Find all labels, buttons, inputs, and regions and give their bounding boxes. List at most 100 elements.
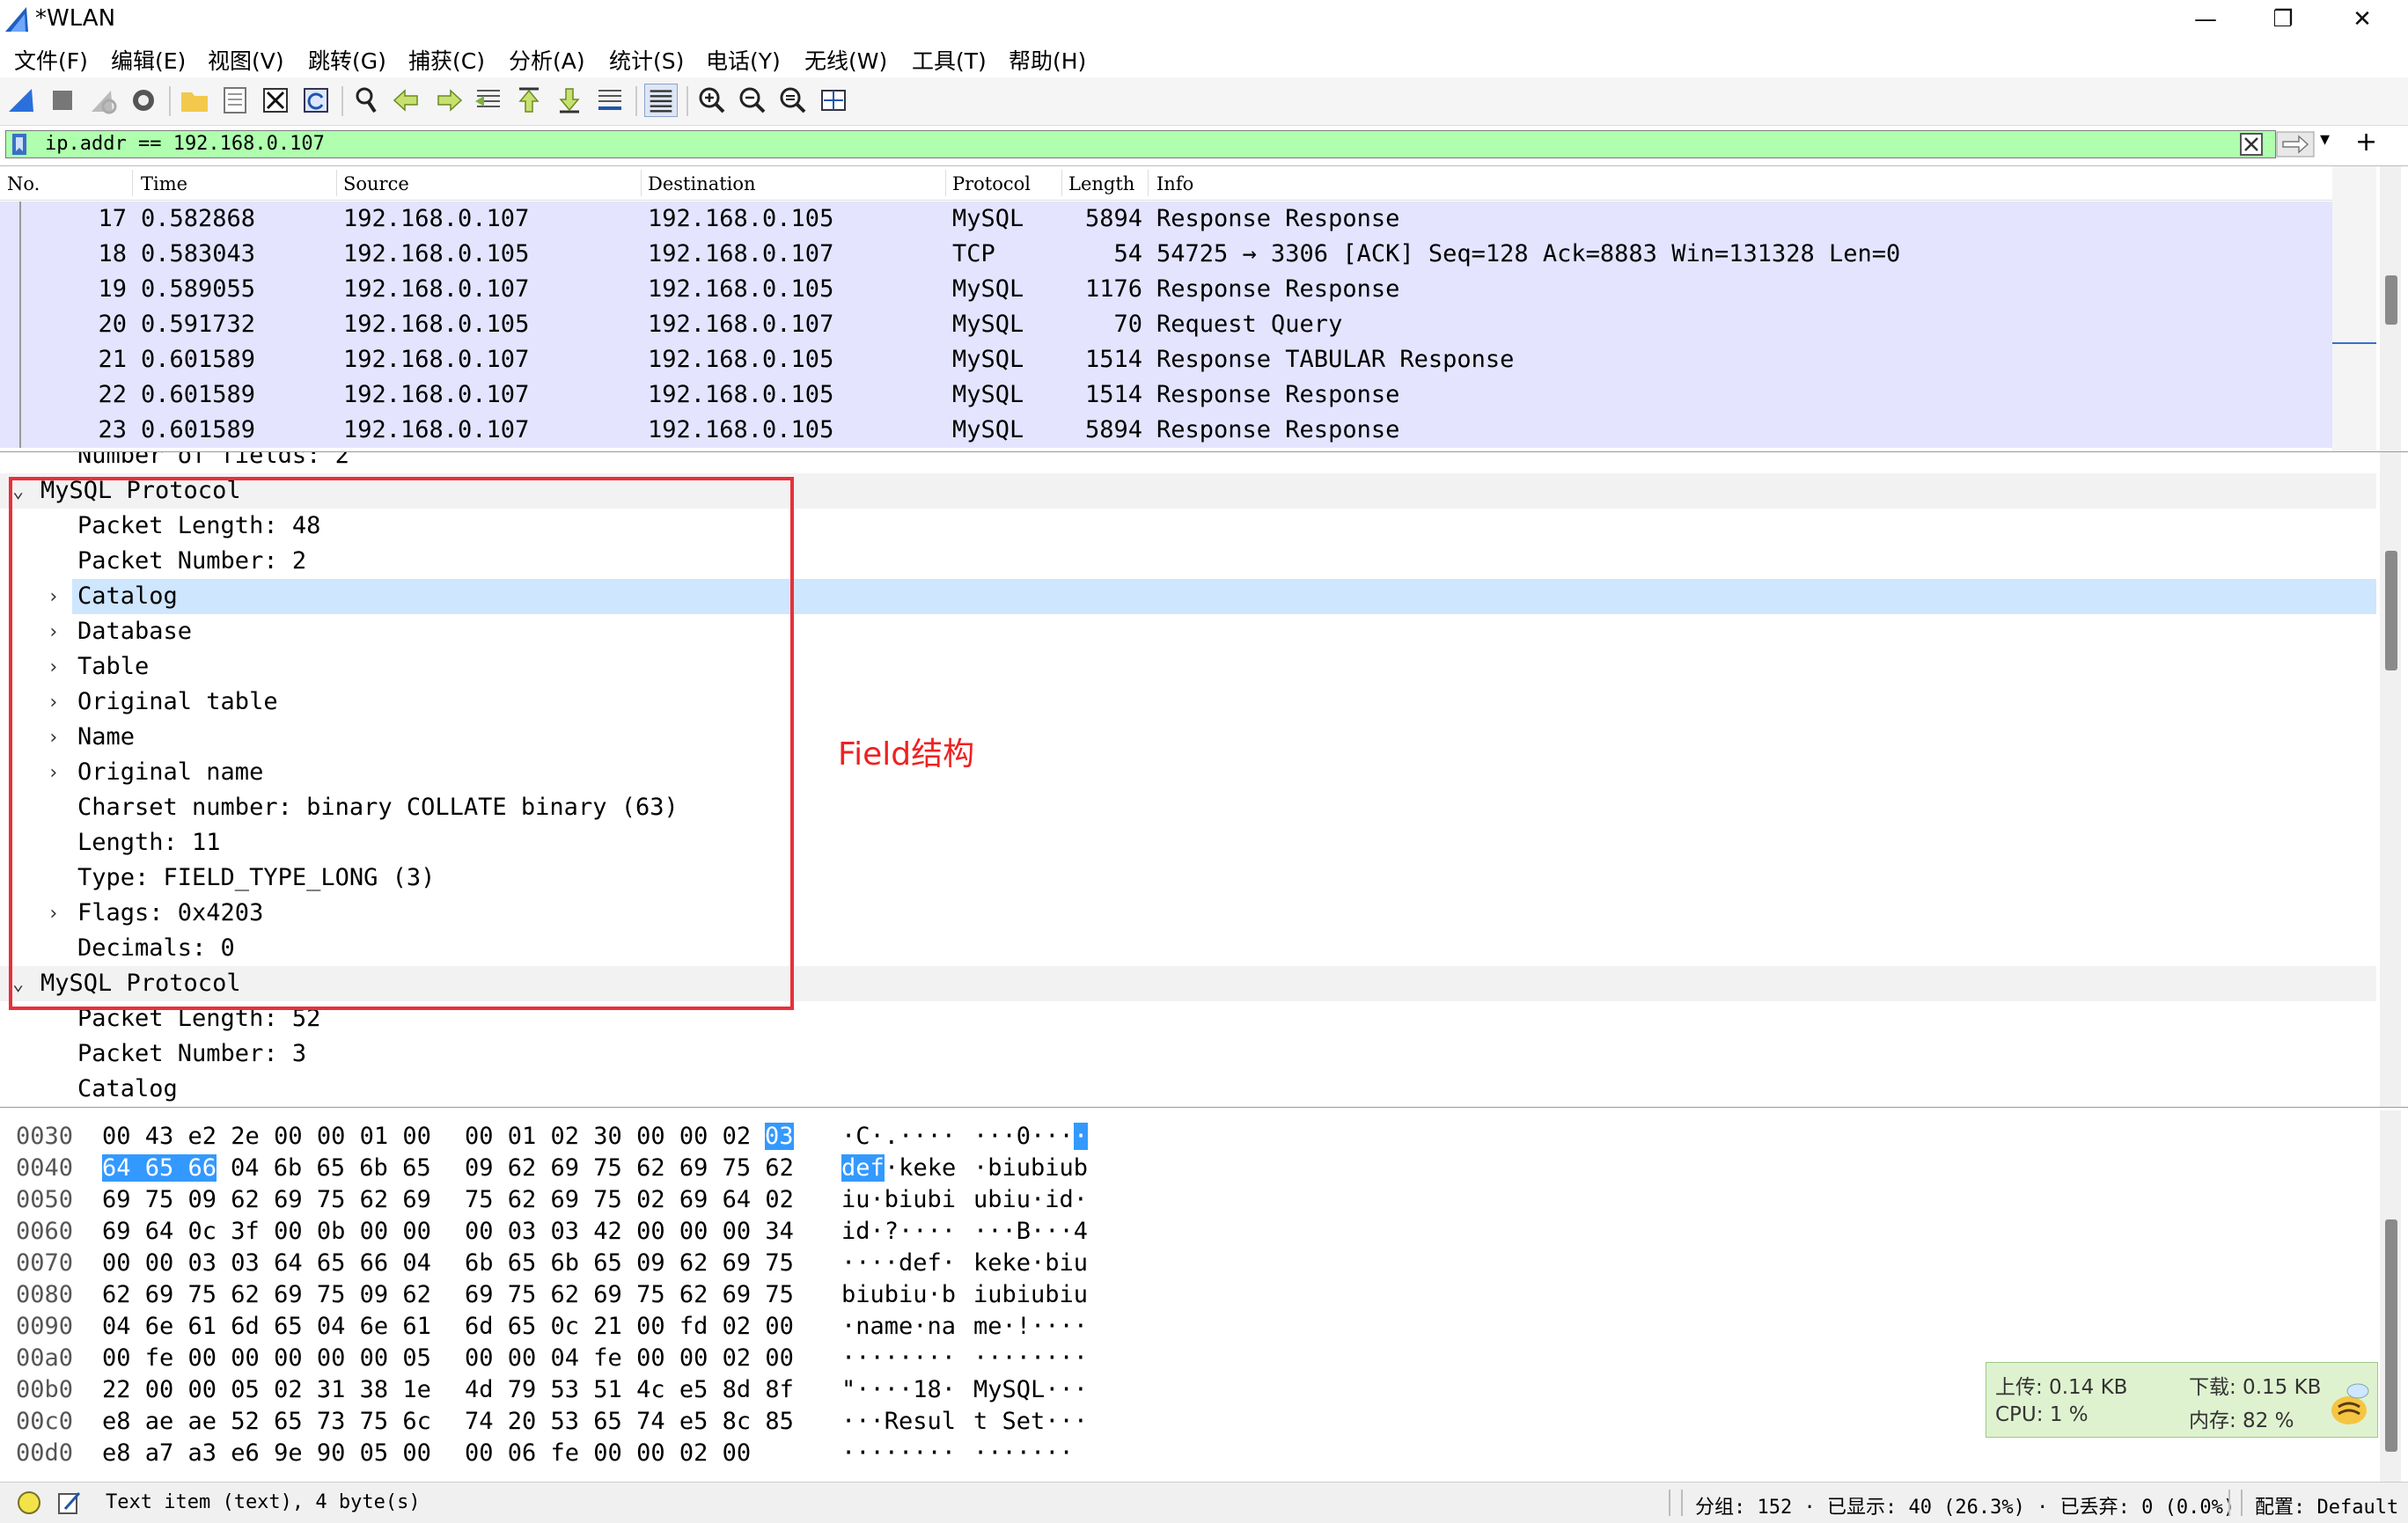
filter-text: ip.addr == 192.168.0.107: [45, 133, 325, 155]
go-to-packet-icon[interactable]: [472, 84, 505, 117]
scrollbar-thumb[interactable]: [2385, 1219, 2397, 1452]
go-first-packet-icon[interactable]: [512, 84, 546, 117]
menu-tools[interactable]: 工具(T): [912, 44, 987, 76]
add-filter-button[interactable]: +: [2355, 127, 2377, 157]
zoom-normal-icon[interactable]: [776, 84, 810, 117]
detail-tree-item[interactable]: Packet Number: 3: [0, 1036, 2376, 1072]
bytes-scrollbar[interactable]: [2380, 1110, 2401, 1482]
cell-protocol: MySQL: [952, 381, 1024, 408]
edit-comment-icon[interactable]: [56, 1490, 83, 1516]
packet-row[interactable]: 22 0.601589 192.168.0.107 192.168.0.105 MySQ…: [0, 377, 2332, 413]
zoom-in-icon[interactable]: [695, 84, 729, 117]
minimize-button[interactable]: —: [2167, 0, 2244, 39]
row-group-line: [19, 413, 21, 448]
capture-options-icon[interactable]: [127, 84, 160, 117]
hex-bytes-group-1: 00 43 e2 2e 00 00 01 00: [102, 1123, 431, 1150]
column-header-no[interactable]: No.: [7, 173, 40, 194]
hex-bytes-group-2: 6d 65 0c 21 00 fd 02 00: [465, 1313, 794, 1340]
cell-info: 54725 → 3306 [ACK] Seq=128 Ack=8883 Win=…: [1156, 240, 1901, 267]
ascii-group-2: me·!····: [973, 1313, 1089, 1340]
byte-row[interactable]: 00c0 e8 ae ae 52 65 73 75 6c 74 20 53 65 7…: [0, 1406, 1144, 1438]
byte-offset: 00d0: [16, 1439, 74, 1467]
detail-tree-item[interactable]: Number of fields: 2: [0, 452, 2376, 473]
close-file-icon[interactable]: [259, 84, 292, 117]
stop-capture-icon[interactable]: [46, 84, 79, 117]
apply-filter-icon[interactable]: [2276, 130, 2315, 158]
column-header-protocol[interactable]: Protocol: [952, 173, 1031, 194]
byte-row[interactable]: 00a0 00 fe 00 00 00 00 00 05 00 00 04 fe 0…: [0, 1343, 1144, 1374]
toolbar-separator: [686, 86, 688, 116]
byte-row[interactable]: 0070 00 00 03 03 64 65 66 04 6b 65 6b 65 0…: [0, 1248, 1144, 1279]
annotation-label: Field结构: [838, 736, 975, 772]
auto-scroll-icon[interactable]: [593, 84, 627, 117]
clear-filter-icon[interactable]: [2240, 133, 2263, 156]
packet-counts: 分组: 152 · 已显示: 40 (26.3%) · 已丢弃: 0 (0.0%…: [1695, 1497, 2235, 1519]
go-back-icon[interactable]: [391, 84, 424, 117]
restart-capture-icon[interactable]: [86, 84, 120, 117]
start-capture-icon[interactable]: [5, 84, 39, 117]
packet-minimap[interactable]: [2332, 166, 2376, 451]
ascii-group-1: ········: [841, 1439, 957, 1467]
menu-telephony[interactable]: 电话(Y): [706, 44, 781, 76]
byte-row[interactable]: 00b0 22 00 00 05 02 31 38 1e 4d 79 53 51 4…: [0, 1374, 1144, 1406]
column-header-source[interactable]: Source: [343, 173, 409, 194]
hex-bytes-group-2: 4d 79 53 51 4c e5 8d 8f: [465, 1376, 794, 1403]
resize-columns-icon[interactable]: [817, 84, 850, 117]
profile-label[interactable]: 配置: Default: [2255, 1491, 2398, 1519]
scrollbar-thumb[interactable]: [2385, 551, 2397, 670]
detail-tree-item[interactable]: Catalog: [0, 1072, 2376, 1107]
menu-go[interactable]: 跳转(G): [308, 44, 386, 76]
open-file-icon[interactable]: [178, 84, 211, 117]
go-last-packet-icon[interactable]: [553, 84, 586, 117]
menu-edit[interactable]: 编辑(E): [111, 44, 186, 76]
packet-row[interactable]: 19 0.589055 192.168.0.107 192.168.0.105 MySQ…: [0, 272, 2332, 307]
cell-no: 23: [98, 416, 127, 443]
column-header-time[interactable]: Time: [141, 173, 187, 194]
close-button[interactable]: ✕: [2324, 0, 2401, 39]
byte-offset: 0050: [16, 1186, 74, 1213]
bookmark-icon[interactable]: [10, 133, 29, 156]
hex-bytes-group-1: 00 00 03 03 64 65 66 04: [102, 1249, 431, 1277]
maximize-button[interactable]: ❐: [2244, 0, 2322, 39]
go-forward-icon[interactable]: [431, 84, 465, 117]
packet-list-scrollbar[interactable]: [2380, 166, 2401, 451]
cell-time: 0.601589: [141, 381, 256, 408]
menu-file[interactable]: 文件(F): [14, 44, 88, 76]
packet-row[interactable]: 17 0.582868 192.168.0.107 192.168.0.105 MySQ…: [0, 201, 2332, 237]
packet-row[interactable]: 23 0.601589 192.168.0.107 192.168.0.105 MySQ…: [0, 413, 2332, 448]
column-header-destination[interactable]: Destination: [648, 173, 756, 194]
byte-row[interactable]: 0090 04 6e 61 6d 65 04 6e 61 6d 65 0c 21 0…: [0, 1311, 1144, 1343]
byte-row[interactable]: 0040 64 65 66 04 6b 65 6b 65 09 62 69 75 62…: [0, 1153, 1144, 1184]
byte-row[interactable]: 0060 69 64 0c 3f 00 0b 00 00 00 03 03 42 0…: [0, 1216, 1144, 1248]
packet-row[interactable]: 20 0.591732 192.168.0.105 192.168.0.107 MySQ…: [0, 307, 2332, 342]
column-header-length[interactable]: Length: [1068, 173, 1134, 194]
menu-help[interactable]: 帮助(H): [1009, 44, 1086, 76]
filter-dropdown-icon[interactable]: ▾: [2320, 128, 2330, 150]
byte-row[interactable]: 0030 00 43 e2 2e 00 00 01 00 00 01 02 30 0…: [0, 1121, 1144, 1153]
display-filter-input[interactable]: ip.addr == 192.168.0.107: [5, 130, 2276, 158]
ascii-group-2: ubiu·id·: [973, 1186, 1089, 1213]
find-packet-icon[interactable]: [350, 84, 384, 117]
colorize-list-icon[interactable]: [644, 84, 678, 117]
menu-statistics[interactable]: 统计(S): [609, 44, 684, 76]
packet-row[interactable]: 21 0.601589 192.168.0.107 192.168.0.105 MySQ…: [0, 342, 2332, 377]
byte-row[interactable]: 0080 62 69 75 62 69 75 09 62 69 75 62 69 7…: [0, 1279, 1144, 1311]
hex-bytes-group-2: 75 62 69 75 02 69 64 02: [465, 1186, 794, 1213]
menu-view[interactable]: 视图(V): [208, 44, 284, 76]
packet-list-header: No. Time Source Destination Protocol Len…: [0, 166, 2332, 201]
zoom-out-icon[interactable]: [736, 84, 769, 117]
save-file-icon[interactable]: [218, 84, 252, 117]
menu-capture[interactable]: 捕获(C): [408, 44, 485, 76]
packet-row[interactable]: 18 0.583043 192.168.0.105 192.168.0.107 TCP 5…: [0, 237, 2332, 272]
network-monitor-widget: 上传: 0.14 KB 下载: 0.15 KB CPU: 1 % 内存: 82 …: [1986, 1362, 2378, 1438]
scrollbar-thumb[interactable]: [2385, 275, 2397, 325]
reload-file-icon[interactable]: [299, 84, 333, 117]
menu-wireless[interactable]: 无线(W): [804, 44, 887, 76]
expert-info-icon[interactable]: [16, 1490, 42, 1516]
cell-source: 192.168.0.107: [343, 346, 530, 373]
details-scrollbar[interactable]: [2380, 452, 2401, 1107]
column-header-info[interactable]: Info: [1156, 173, 1193, 194]
byte-row[interactable]: 00d0 e8 a7 a3 e6 9e 90 05 00 00 06 fe 00 0…: [0, 1438, 1144, 1469]
menu-analyze[interactable]: 分析(A): [509, 44, 585, 76]
byte-row[interactable]: 0050 69 75 09 62 69 75 62 69 75 62 69 75 0…: [0, 1184, 1144, 1216]
